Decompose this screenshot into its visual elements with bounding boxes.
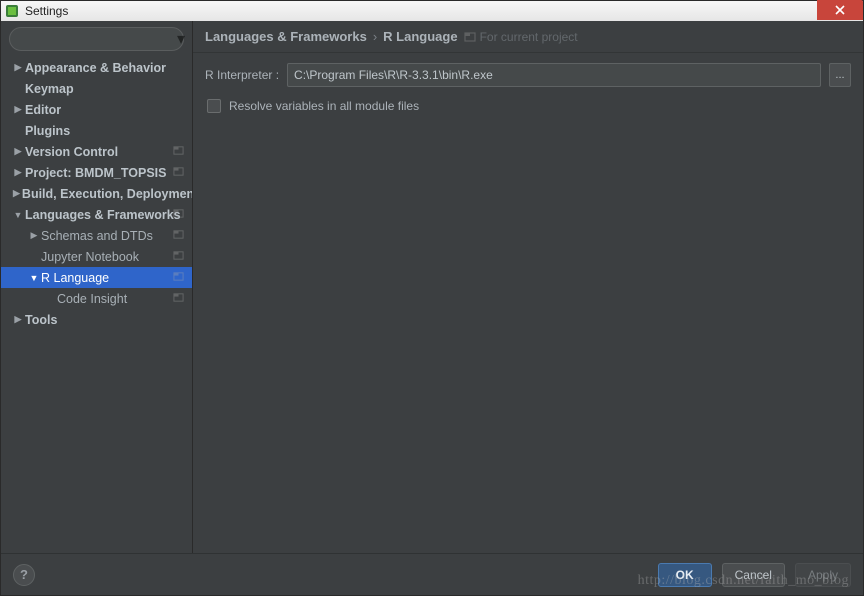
dialog-footer: ? OK Cancel Apply http://blog.csdn.net/f… (1, 553, 863, 595)
project-badge-icon (173, 271, 184, 285)
tree-item-label: Project: BMDM_TOPSIS (25, 166, 166, 180)
tree-item-label: Tools (25, 313, 57, 327)
tree-item[interactable]: Jupyter Notebook (1, 246, 192, 267)
expand-arrow-icon: ▶ (13, 104, 23, 115)
window-title: Settings (25, 4, 68, 18)
tree-item[interactable]: ▼R Language (1, 267, 192, 288)
apply-button[interactable]: Apply (795, 563, 851, 587)
interpreter-path-input[interactable] (287, 63, 821, 87)
settings-tree: ▶Appearance & BehaviorKeymap▶EditorPlugi… (1, 57, 192, 553)
expand-arrow-icon: ▼ (29, 273, 39, 283)
tree-item[interactable]: ▶Editor (1, 99, 192, 120)
tree-item-label: Languages & Frameworks (25, 208, 181, 222)
project-scope-hint: For current project (464, 30, 578, 44)
project-badge-icon (173, 166, 184, 180)
expand-arrow-icon: ▶ (13, 62, 23, 73)
expand-arrow-icon: ▶ (13, 167, 23, 178)
tree-item[interactable]: ▶Project: BMDM_TOPSIS (1, 162, 192, 183)
tree-item[interactable]: ▼Languages & Frameworks (1, 204, 192, 225)
interpreter-label: R Interpreter : (205, 68, 279, 82)
project-scope-label: For current project (480, 30, 578, 44)
browse-button[interactable]: ... (829, 63, 851, 87)
tree-item-label: Keymap (25, 82, 74, 96)
settings-window: Settings ▾ ▶Appearance & BehaviorKeymap▶… (0, 0, 864, 596)
chevron-down-icon: ▾ (177, 29, 185, 49)
tree-item[interactable]: ▶Tools (1, 309, 192, 330)
tree-item[interactable]: ▶Build, Execution, Deployment (1, 183, 192, 204)
tree-item-label: Version Control (25, 145, 118, 159)
resolve-vars-row: Resolve variables in all module files (205, 99, 851, 113)
cancel-button[interactable]: Cancel (722, 563, 785, 587)
project-badge-icon (173, 250, 184, 264)
interpreter-row: R Interpreter : ... (205, 63, 851, 87)
sidebar-search-input[interactable] (22, 32, 177, 46)
tree-item[interactable]: Code Insight (1, 288, 192, 309)
breadcrumb-separator: › (373, 29, 377, 44)
window-close-button[interactable] (817, 0, 863, 20)
sidebar-search[interactable]: ▾ (9, 27, 184, 51)
expand-arrow-icon: ▶ (13, 188, 20, 199)
project-badge-icon (173, 208, 184, 222)
tree-item-label: Code Insight (57, 292, 127, 306)
expand-arrow-icon: ▶ (13, 146, 23, 157)
project-badge-icon (173, 145, 184, 159)
titlebar: Settings (1, 1, 863, 21)
tree-item-label: Appearance & Behavior (25, 61, 166, 75)
help-button[interactable]: ? (13, 564, 35, 586)
breadcrumb: Languages & Frameworks › R Language For … (193, 21, 863, 53)
tree-item[interactable]: ▶Appearance & Behavior (1, 57, 192, 78)
main-panel: Languages & Frameworks › R Language For … (193, 21, 863, 553)
tree-item-label: Schemas and DTDs (41, 229, 153, 243)
tree-item-label: Jupyter Notebook (41, 250, 139, 264)
tree-item[interactable]: Keymap (1, 78, 192, 99)
dialog-body: ▾ ▶Appearance & BehaviorKeymap▶EditorPlu… (1, 21, 863, 553)
expand-arrow-icon: ▶ (29, 230, 39, 241)
sidebar: ▾ ▶Appearance & BehaviorKeymap▶EditorPlu… (1, 21, 193, 553)
tree-item[interactable]: ▶Version Control (1, 141, 192, 162)
tree-item-label: R Language (41, 271, 109, 285)
expand-arrow-icon: ▶ (13, 314, 23, 325)
breadcrumb-root: Languages & Frameworks (205, 29, 367, 44)
project-icon (464, 31, 476, 43)
project-badge-icon (173, 292, 184, 306)
close-icon (835, 5, 845, 15)
tree-item[interactable]: Plugins (1, 120, 192, 141)
resolve-vars-checkbox[interactable] (207, 99, 221, 113)
tree-item-label: Build, Execution, Deployment (22, 187, 192, 201)
expand-arrow-icon: ▼ (13, 210, 23, 220)
breadcrumb-leaf: R Language (383, 29, 457, 44)
tree-item-label: Plugins (25, 124, 70, 138)
tree-item-label: Editor (25, 103, 61, 117)
app-icon (5, 4, 19, 18)
tree-item[interactable]: ▶Schemas and DTDs (1, 225, 192, 246)
ok-button[interactable]: OK (658, 563, 712, 587)
settings-form: R Interpreter : ... Resolve variables in… (193, 53, 863, 123)
project-badge-icon (173, 229, 184, 243)
resolve-vars-label: Resolve variables in all module files (229, 99, 419, 113)
